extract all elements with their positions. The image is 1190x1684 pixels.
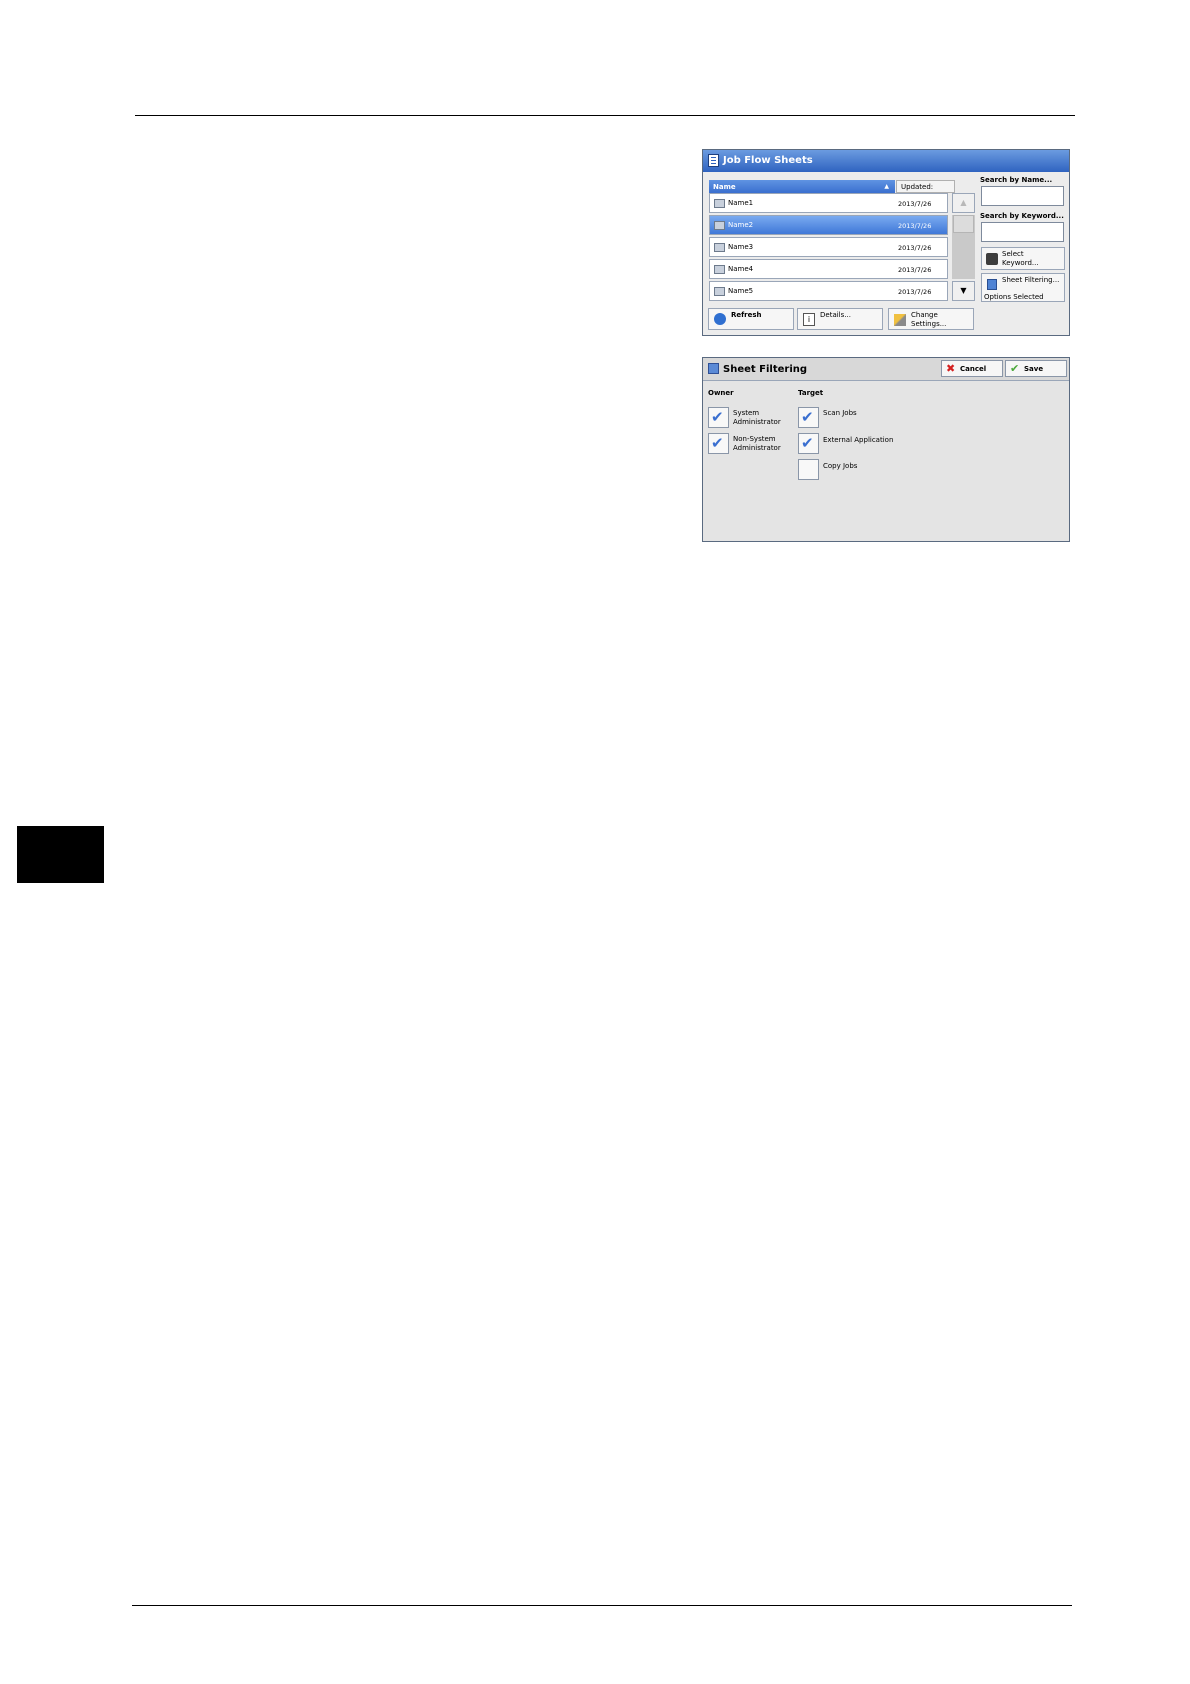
change-settings-line2: Settings... <box>911 320 947 328</box>
list-item[interactable]: Name4 2013/7/26 <box>709 259 948 279</box>
save-label: Save <box>1024 365 1044 373</box>
details-label: Details... <box>820 311 851 319</box>
filter-icon <box>987 279 997 290</box>
check-icon: ✔ <box>711 434 724 452</box>
title-bar: Job Flow Sheets <box>703 150 1069 172</box>
target-option-label: External Application <box>823 436 894 444</box>
list-header: Name ▲ Updated: <box>709 180 955 193</box>
sheet-icon <box>714 243 725 252</box>
list-scrollbar[interactable]: ▲ ▼ <box>952 193 975 301</box>
refresh-icon <box>714 313 726 325</box>
item-date: 2013/7/26 <box>898 266 932 274</box>
close-icon: ✖ <box>946 362 956 375</box>
list-item-selected[interactable]: Name2 2013/7/26 <box>709 215 948 235</box>
owner-heading: Owner <box>708 389 734 397</box>
sheet-icon <box>714 199 725 208</box>
check-icon: ✔ <box>711 408 724 426</box>
sheet-filtering-panel: Sheet Filtering ✖ Cancel ✔ Save Owner Ta… <box>702 357 1070 542</box>
save-button[interactable]: ✔ Save <box>1005 360 1067 377</box>
list-item[interactable]: Name1 2013/7/26 <box>709 193 948 213</box>
owner-option-line1: System <box>733 409 760 417</box>
column-header-name[interactable]: Name ▲ <box>709 180 895 193</box>
job-flow-sheets-panel: Job Flow Sheets Name ▲ Updated: Name1 20… <box>702 149 1070 336</box>
search-by-name-label: Search by Name... <box>980 176 1053 184</box>
pencil-icon <box>894 314 906 326</box>
scroll-down-button[interactable]: ▼ <box>952 281 975 301</box>
search-by-name-field[interactable] <box>981 186 1064 206</box>
check-icon: ✔ <box>801 434 814 452</box>
item-name: Name1 <box>728 199 754 207</box>
target-scan-jobs-checkbox[interactable]: ✔ <box>798 407 819 428</box>
list-item[interactable]: Name3 2013/7/26 <box>709 237 948 257</box>
details-button[interactable]: i Details... <box>797 308 883 330</box>
sheet-icon <box>714 221 725 230</box>
item-date: 2013/7/26 <box>898 222 932 230</box>
sheet-filtering-button[interactable]: Sheet Filtering... Options Selected <box>981 273 1065 302</box>
panel-title: Job Flow Sheets <box>723 155 813 166</box>
cancel-button[interactable]: ✖ Cancel <box>941 360 1003 377</box>
change-settings-button[interactable]: Change Settings... <box>888 308 974 330</box>
search-by-keyword-field[interactable] <box>981 222 1064 242</box>
column-updated-label: Updated: <box>901 183 934 191</box>
owner-option-line2: Administrator <box>733 444 781 452</box>
column-header-updated[interactable]: Updated: <box>896 180 955 193</box>
binoculars-icon <box>986 253 998 265</box>
refresh-button[interactable]: Refresh <box>708 308 794 330</box>
item-name: Name5 <box>728 287 754 295</box>
item-name: Name4 <box>728 265 754 273</box>
item-date: 2013/7/26 <box>898 288 932 296</box>
target-option-label: Copy Jobs <box>823 462 858 470</box>
owner-non-system-admin-checkbox[interactable]: ✔ <box>708 433 729 454</box>
info-icon: i <box>803 313 815 326</box>
sheet-filtering-label: Sheet Filtering... <box>1002 276 1060 284</box>
scroll-track[interactable] <box>952 215 975 279</box>
list-item[interactable]: Name5 2013/7/26 <box>709 281 948 301</box>
refresh-label: Refresh <box>731 311 762 319</box>
select-keyword-line1: Select <box>1002 250 1024 258</box>
select-keyword-button[interactable]: Select Keyword... <box>981 247 1065 270</box>
item-date: 2013/7/26 <box>898 200 932 208</box>
select-keyword-line2: Keyword... <box>1002 259 1039 267</box>
sheet-filtering-icon <box>708 363 719 374</box>
footer-rule <box>132 1605 1072 1606</box>
search-by-keyword-label: Search by Keyword... <box>980 212 1064 220</box>
cancel-label: Cancel <box>960 365 987 373</box>
check-icon: ✔ <box>801 408 814 426</box>
chapter-tab <box>17 826 104 883</box>
sheet-filtering-status: Options Selected <box>984 293 1044 301</box>
target-heading: Target <box>798 389 824 397</box>
target-external-application-checkbox[interactable]: ✔ <box>798 433 819 454</box>
sheet-icon <box>714 265 725 274</box>
owner-system-admin-checkbox[interactable]: ✔ <box>708 407 729 428</box>
title-bar: Sheet Filtering ✖ Cancel ✔ Save <box>703 358 1069 381</box>
item-name: Name2 <box>728 221 754 229</box>
scroll-thumb[interactable] <box>953 215 974 233</box>
column-name-label: Name <box>713 183 736 191</box>
checkmark-icon: ✔ <box>1010 362 1020 375</box>
item-date: 2013/7/26 <box>898 244 932 252</box>
change-settings-line1: Change <box>911 311 938 319</box>
target-copy-jobs-checkbox[interactable] <box>798 459 819 480</box>
job-flow-sheets-icon <box>708 154 719 167</box>
target-option-label: Scan Jobs <box>823 409 857 417</box>
sheet-icon <box>714 287 725 296</box>
scroll-up-button[interactable]: ▲ <box>952 193 975 213</box>
owner-option-line1: Non-System <box>733 435 776 443</box>
header-rule <box>135 115 1075 116</box>
owner-option-line2: Administrator <box>733 418 781 426</box>
item-name: Name3 <box>728 243 754 251</box>
panel-title: Sheet Filtering <box>723 364 808 375</box>
sort-ascending-icon: ▲ <box>884 183 889 190</box>
